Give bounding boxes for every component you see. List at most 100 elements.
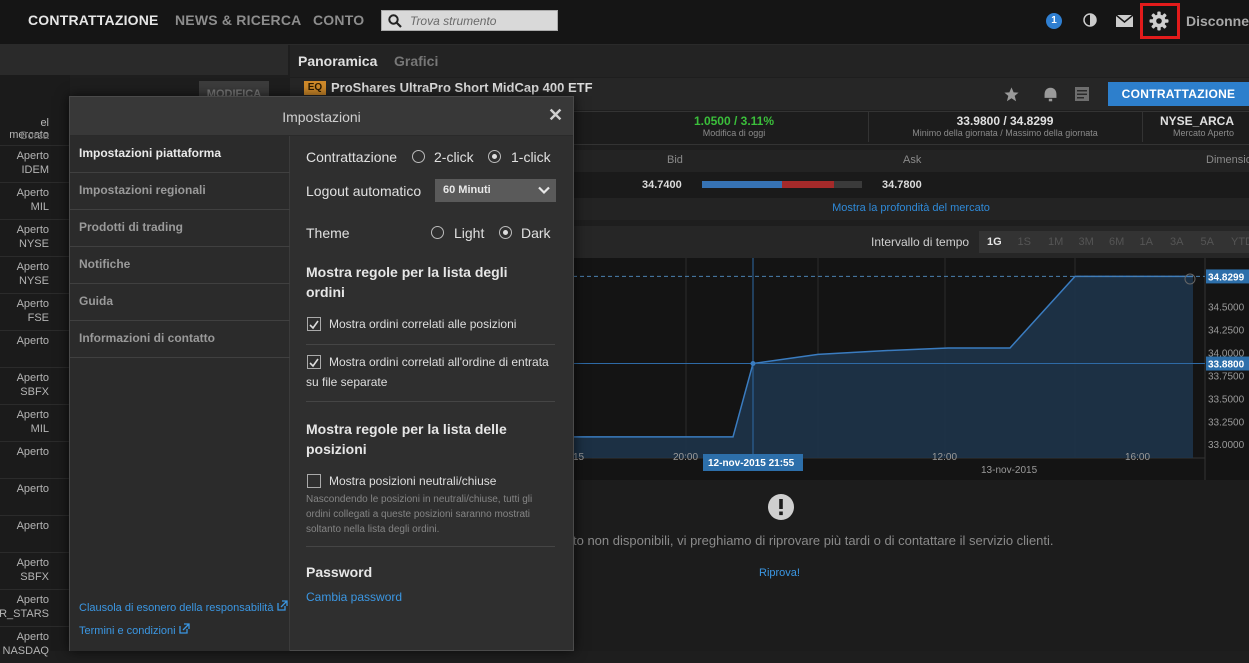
radio-theme-dark-label: Dark — [521, 225, 551, 241]
instrument-name: ProShares UltraPro Short MidCap 400 ETF — [331, 80, 593, 95]
terms-link[interactable]: Termini e condizioni — [79, 623, 190, 637]
watchlist-row[interactable]: Aperto R_STARS — [0, 589, 70, 626]
disconnect-link[interactable]: Disconne — [1186, 13, 1249, 29]
ask-volume-bar — [782, 181, 834, 188]
search-box[interactable] — [381, 10, 558, 31]
watchlist-row[interactable]: Aperto NYSE — [0, 256, 70, 293]
timeframe-button[interactable]: 6M — [1109, 236, 1124, 248]
notification-badge[interactable]: 1 — [1046, 13, 1062, 29]
crosshair-value-label: 33.8800 — [1208, 360, 1245, 371]
watchlist-header-strip — [0, 45, 288, 75]
high-label: 34.8299 — [1208, 272, 1245, 283]
x-tick-label: 20:00 — [673, 452, 698, 463]
orders-section-title-line2: ordini — [306, 284, 345, 300]
sidebar-item-guide[interactable]: Guida — [70, 284, 290, 321]
market-status: Aperto — [16, 520, 49, 532]
price-area — [573, 276, 1193, 458]
instrument-type-badge: EQ — [304, 81, 326, 95]
hint-line3: soltanto nella lista degli ordini. — [306, 524, 440, 535]
daily-change-label: Modifica di oggi — [702, 128, 766, 138]
exchange-name: SBFX — [20, 386, 49, 398]
watchlist-row[interactable]: Aperto FSE — [0, 293, 70, 330]
factsheet-icon[interactable] — [1074, 86, 1090, 102]
tab-charts[interactable]: Grafici — [394, 53, 438, 69]
timeframe-button[interactable]: 1G — [987, 236, 1002, 248]
settings-dialog: Impostazioni ✕ Impostazioni piattaforma … — [69, 96, 574, 651]
y-tick-label: 33.0000 — [1208, 440, 1245, 451]
exchange-column-header: Borsa — [20, 130, 49, 142]
star-icon[interactable] — [1003, 86, 1020, 103]
retry-link[interactable]: Riprova! — [759, 567, 800, 579]
timeframe-button[interactable]: 1A — [1140, 236, 1153, 248]
bid-volume-bar — [702, 181, 782, 188]
tab-overview[interactable]: Panoramica — [298, 53, 377, 69]
market-name: NYSE_ARCA — [1160, 114, 1235, 128]
auto-logout-select[interactable]: 60 Minuti — [435, 179, 556, 202]
day-range-label: Minimo della giornata / Massimo della gi… — [912, 128, 1098, 138]
market-status: Aperto — [16, 224, 49, 236]
market-status: Aperto — [16, 187, 49, 199]
nav-trading[interactable]: CONTRATTAZIONE — [28, 12, 159, 28]
change-password-link[interactable]: Cambia password — [306, 590, 402, 604]
checkbox-related-orders[interactable] — [307, 317, 321, 331]
watchlist-row[interactable]: Aperto NYSE — [0, 219, 70, 256]
timeframe-button[interactable]: 1M — [1048, 236, 1063, 248]
theme-label: Theme — [306, 225, 350, 241]
news-panel — [573, 480, 1249, 651]
timeframe-button[interactable]: 3A — [1170, 236, 1183, 248]
watchlist-row[interactable]: Aperto — [0, 515, 70, 552]
sidebar-item-notifications[interactable]: Notifiche — [70, 247, 290, 284]
daily-change-value: 1.0500 / 3.11% — [693, 114, 775, 128]
timeframe-button[interactable]: 3M — [1079, 236, 1094, 248]
alert-icon[interactable] — [1042, 86, 1059, 103]
price-chart[interactable]: 34.5000 34.2500 34.0000 33.7500 33.5000 33.25… — [573, 258, 1249, 480]
nav-news-research[interactable]: NEWS & RICERCA — [175, 12, 301, 28]
hint-line1: Nascondendo le posizioni in neutrali/chi… — [306, 494, 533, 505]
orders-section-title-line1: Mostra regole per la lista degli — [306, 264, 508, 280]
timeframe-button[interactable]: YTD — [1231, 236, 1249, 248]
checkbox-entry-orders-separate[interactable] — [307, 355, 321, 369]
watchlist-row[interactable]: Aperto MIL — [0, 182, 70, 219]
y-tick-label: 34.5000 — [1208, 303, 1245, 314]
radio-2-click[interactable] — [412, 150, 425, 163]
watchlist-row[interactable]: Aperto IDEM — [0, 145, 70, 182]
watchlist-row[interactable]: Aperto NASDAQ — [0, 626, 70, 663]
exchange-name: NYSE — [19, 275, 49, 287]
close-icon[interactable]: ✕ — [548, 105, 563, 126]
timeframe-button[interactable]: 1S — [1018, 236, 1031, 248]
watchlist-row[interactable]: Aperto — [0, 441, 70, 478]
radio-1-click[interactable] — [488, 150, 501, 163]
market-depth-link[interactable]: Mostra la profondità del mercato — [573, 198, 1249, 220]
sidebar-item-contact-info[interactable]: Informazioni di contatto — [70, 321, 290, 358]
ask-value: 34.7800 — [882, 179, 922, 191]
checkbox-neutral-positions-label: Mostra posizioni neutrali/chiuse — [329, 474, 497, 488]
market-status: Aperto — [16, 261, 49, 273]
timeframe-button[interactable]: 5A — [1201, 236, 1214, 248]
radio-theme-light[interactable] — [431, 226, 444, 239]
gear-icon[interactable] — [1149, 11, 1169, 31]
watchlist-row[interactable]: Aperto SBFX — [0, 552, 70, 589]
watchlist-row[interactable]: Aperto SBFX — [0, 367, 70, 404]
watchlist-row[interactable]: Aperto MIL — [0, 404, 70, 441]
nav-account[interactable]: CONTO — [313, 12, 364, 28]
positions-section-title: Mostra regole per la lista delle posizion… — [306, 419, 507, 459]
checkbox-neutral-positions[interactable] — [307, 474, 321, 488]
trade-button[interactable]: CONTRATTAZIONE — [1108, 82, 1249, 106]
sidebar-item-platform-settings[interactable]: Impostazioni piattaforma — [70, 136, 290, 173]
disclaimer-link[interactable]: Clausola di esonero della responsabilità — [79, 600, 288, 614]
exchange-name: FSE — [27, 312, 49, 324]
watchlist-row[interactable]: Aperto — [0, 330, 70, 367]
contrast-icon[interactable] — [1083, 13, 1097, 27]
terms-link-label: Termini e condizioni — [79, 625, 176, 637]
divider — [306, 401, 555, 402]
divider — [306, 344, 555, 345]
radio-theme-light-label: Light — [454, 225, 485, 241]
watchlist-row[interactable]: Aperto — [0, 478, 70, 515]
mail-icon[interactable] — [1116, 15, 1133, 27]
sidebar-item-trading-products[interactable]: Prodotti di trading — [70, 210, 290, 247]
checkbox-related-orders-label: Mostra ordini correlati alle posizioni — [329, 317, 517, 331]
search-input[interactable] — [410, 13, 550, 28]
sidebar-item-regional-settings[interactable]: Impostazioni regionali — [70, 173, 290, 210]
radio-theme-dark[interactable] — [499, 226, 512, 239]
timeframe-label: Intervallo di tempo — [871, 235, 970, 249]
